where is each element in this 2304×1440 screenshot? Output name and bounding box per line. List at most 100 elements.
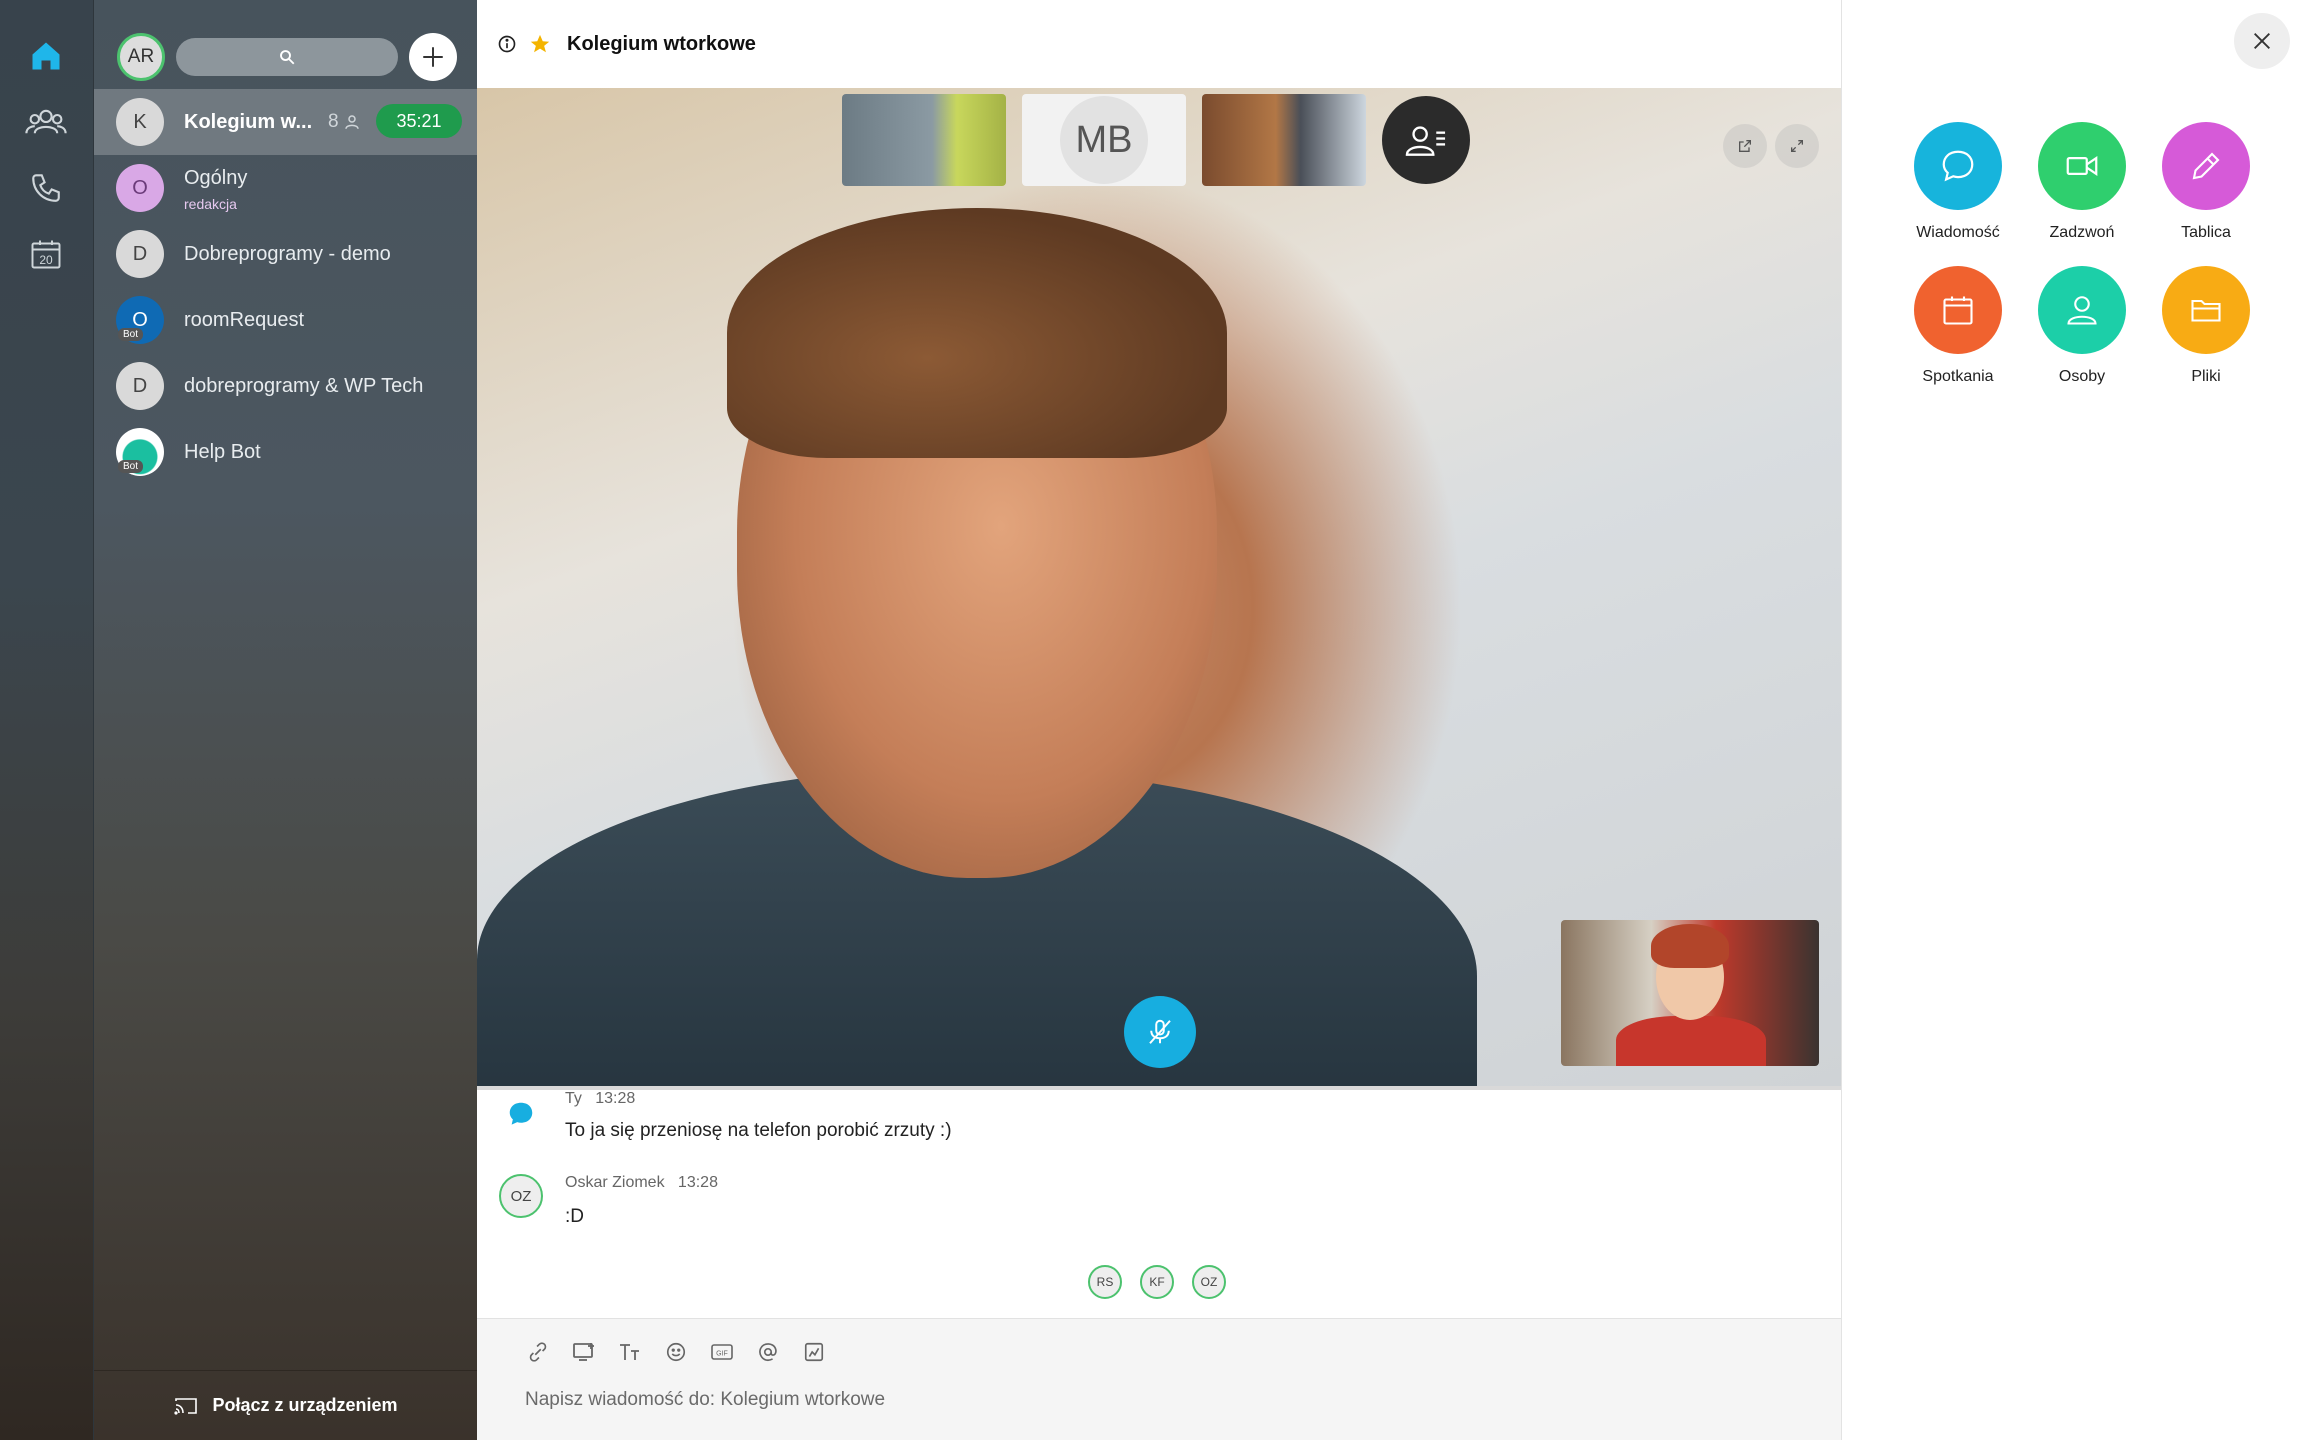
emoji-button[interactable] bbox=[661, 1337, 691, 1367]
room-name: Help Bot bbox=[184, 440, 261, 463]
add-button[interactable] bbox=[409, 33, 457, 81]
participants-list-icon bbox=[1405, 126, 1446, 156]
action-label: Zadzwoń bbox=[2049, 224, 2115, 241]
room-name: Ogólny bbox=[184, 167, 248, 189]
calendar-icon[interactable]: 20 bbox=[20, 228, 72, 280]
self-view-content bbox=[1651, 924, 1729, 968]
participant-thumbnails: MB bbox=[842, 94, 1470, 186]
search-button[interactable] bbox=[176, 38, 398, 76]
read-receipt-avatar[interactable]: KF bbox=[1140, 1265, 1174, 1299]
participants-list-button[interactable] bbox=[1382, 96, 1470, 184]
message-text: To ja się przeniosę na telefon porobić z… bbox=[565, 1120, 952, 1141]
room-team-label: redakcja bbox=[184, 196, 237, 212]
action-label: Wiadomość bbox=[1916, 224, 2000, 241]
message-list: Ty 13:28 To ja się przeniosę na telefon … bbox=[477, 1090, 1841, 1320]
gif-button[interactable]: GIF bbox=[707, 1337, 737, 1367]
bot-badge: Bot bbox=[118, 460, 144, 473]
room-avatar: D bbox=[116, 362, 164, 410]
self-view-video[interactable] bbox=[1561, 920, 1819, 1066]
attach-file-button[interactable] bbox=[523, 1337, 553, 1367]
screen-share-icon bbox=[573, 1343, 594, 1361]
whiteboard-button[interactable] bbox=[799, 1337, 829, 1367]
svg-text:GIF: GIF bbox=[716, 1351, 728, 1358]
gif-icon: GIF bbox=[711, 1344, 733, 1360]
fullscreen-button[interactable] bbox=[1775, 124, 1819, 168]
mute-button[interactable] bbox=[1124, 996, 1196, 1068]
message-meta: Oskar Ziomek 13:28 bbox=[565, 1174, 718, 1191]
expand-icon bbox=[1791, 140, 1803, 152]
svg-text:20: 20 bbox=[39, 253, 53, 267]
plus-icon bbox=[423, 47, 443, 67]
my-message-avatar bbox=[499, 1092, 543, 1136]
pop-out-button[interactable] bbox=[1723, 124, 1767, 168]
author-avatar[interactable]: OZ bbox=[499, 1174, 543, 1218]
room-name: Kolegium w... bbox=[184, 110, 313, 133]
whiteboard-icon bbox=[804, 1342, 824, 1362]
share-screen-button[interactable] bbox=[569, 1337, 599, 1367]
action-label: Pliki bbox=[2191, 368, 2221, 385]
room-item-ogolny[interactable]: O Ogólny redakcja bbox=[94, 155, 478, 221]
message-input[interactable]: Napisz wiadomość do: Kolegium wtorkowe bbox=[525, 1389, 885, 1411]
info-icon[interactable] bbox=[497, 34, 517, 54]
participant-initials: MB bbox=[1060, 96, 1148, 184]
star-icon[interactable] bbox=[529, 33, 551, 55]
person-icon bbox=[344, 115, 359, 129]
my-avatar[interactable]: AR bbox=[117, 33, 165, 81]
message-composer: GIF Napisz wiadomość do: Kolegium wtorko… bbox=[477, 1318, 1841, 1440]
composer-toolbar: GIF bbox=[523, 1337, 829, 1367]
room-name: Dobreprogramy - demo bbox=[184, 242, 391, 265]
external-link-icon bbox=[1739, 140, 1751, 152]
call-timer-badge[interactable]: 35:21 bbox=[376, 104, 462, 138]
message-text: :D bbox=[565, 1206, 584, 1227]
room-item-dobreprogramy-wp-tech[interactable]: D dobreprogramy & WP Tech bbox=[94, 353, 478, 419]
participant-thumbnail[interactable]: MB bbox=[1022, 94, 1186, 186]
active-speaker-video[interactable]: MB bbox=[477, 88, 1841, 1086]
room-avatar: K bbox=[116, 98, 164, 146]
close-panel-button[interactable] bbox=[2234, 13, 2290, 69]
connect-device-label: Połącz z urządzeniem bbox=[212, 1395, 398, 1415]
teams-icon[interactable] bbox=[20, 96, 72, 148]
participant-thumbnail[interactable] bbox=[842, 94, 1006, 186]
video-camera-icon bbox=[2038, 122, 2126, 210]
self-view-content bbox=[1616, 1016, 1766, 1066]
action-message[interactable]: Wiadomość bbox=[1898, 122, 2018, 242]
room-actions-panel: Wiadomość Zadzwoń Tablica Spotkania Osob… bbox=[1842, 0, 2304, 1440]
action-people[interactable]: Osoby bbox=[2022, 266, 2142, 386]
connect-device-button[interactable]: Połącz z urządzeniem bbox=[94, 1370, 478, 1440]
action-whiteboard[interactable]: Tablica bbox=[2146, 122, 2266, 242]
phone-icon[interactable] bbox=[20, 162, 72, 214]
calendar-icon bbox=[1914, 266, 2002, 354]
action-files[interactable]: Pliki bbox=[2146, 266, 2266, 386]
read-receipt-avatar[interactable]: OZ bbox=[1192, 1265, 1226, 1299]
room-avatar: D bbox=[116, 230, 164, 278]
person-icon bbox=[2038, 266, 2126, 354]
room-item-dobreprogramy-demo[interactable]: D Dobreprogramy - demo bbox=[94, 221, 478, 287]
text-format-icon bbox=[620, 1344, 639, 1360]
room-avatar: O bbox=[116, 164, 164, 212]
paperclip-icon bbox=[529, 1342, 547, 1362]
participant-count: 8 bbox=[328, 111, 361, 133]
speaker-video-content bbox=[727, 208, 1227, 458]
chat-bubble-icon bbox=[509, 1102, 533, 1125]
action-meetings[interactable]: Spotkania bbox=[1898, 266, 2018, 386]
pencil-icon bbox=[2162, 122, 2250, 210]
action-label: Osoby bbox=[2058, 368, 2106, 385]
mention-button[interactable] bbox=[753, 1337, 783, 1367]
participant-thumbnail[interactable] bbox=[1202, 94, 1366, 186]
room-header: Kolegium wtorkowe bbox=[477, 0, 1842, 88]
room-name: roomRequest bbox=[184, 308, 305, 331]
app-navigation-rail: 20 bbox=[0, 0, 93, 1440]
read-receipt-avatar[interactable]: RS bbox=[1088, 1265, 1122, 1299]
room-item-help-bot[interactable]: Bot Help Bot bbox=[94, 419, 478, 485]
text-format-button[interactable] bbox=[615, 1337, 645, 1367]
microphone-muted-icon bbox=[1149, 1019, 1171, 1044]
search-icon bbox=[280, 50, 295, 65]
room-title: Kolegium wtorkowe bbox=[567, 32, 756, 55]
home-icon[interactable] bbox=[20, 30, 72, 82]
message-meta: Ty 13:28 bbox=[565, 1090, 636, 1107]
room-item-kolegium[interactable]: K Kolegium w... 8 35:21 bbox=[94, 89, 478, 155]
room-item-roomrequest[interactable]: O Bot roomRequest bbox=[94, 287, 478, 353]
close-icon bbox=[2254, 33, 2270, 49]
room-list-panel: AR K Kolegium w... 8 35:21 O Ogólny reda… bbox=[93, 0, 478, 1440]
action-call[interactable]: Zadzwoń bbox=[2022, 122, 2142, 242]
